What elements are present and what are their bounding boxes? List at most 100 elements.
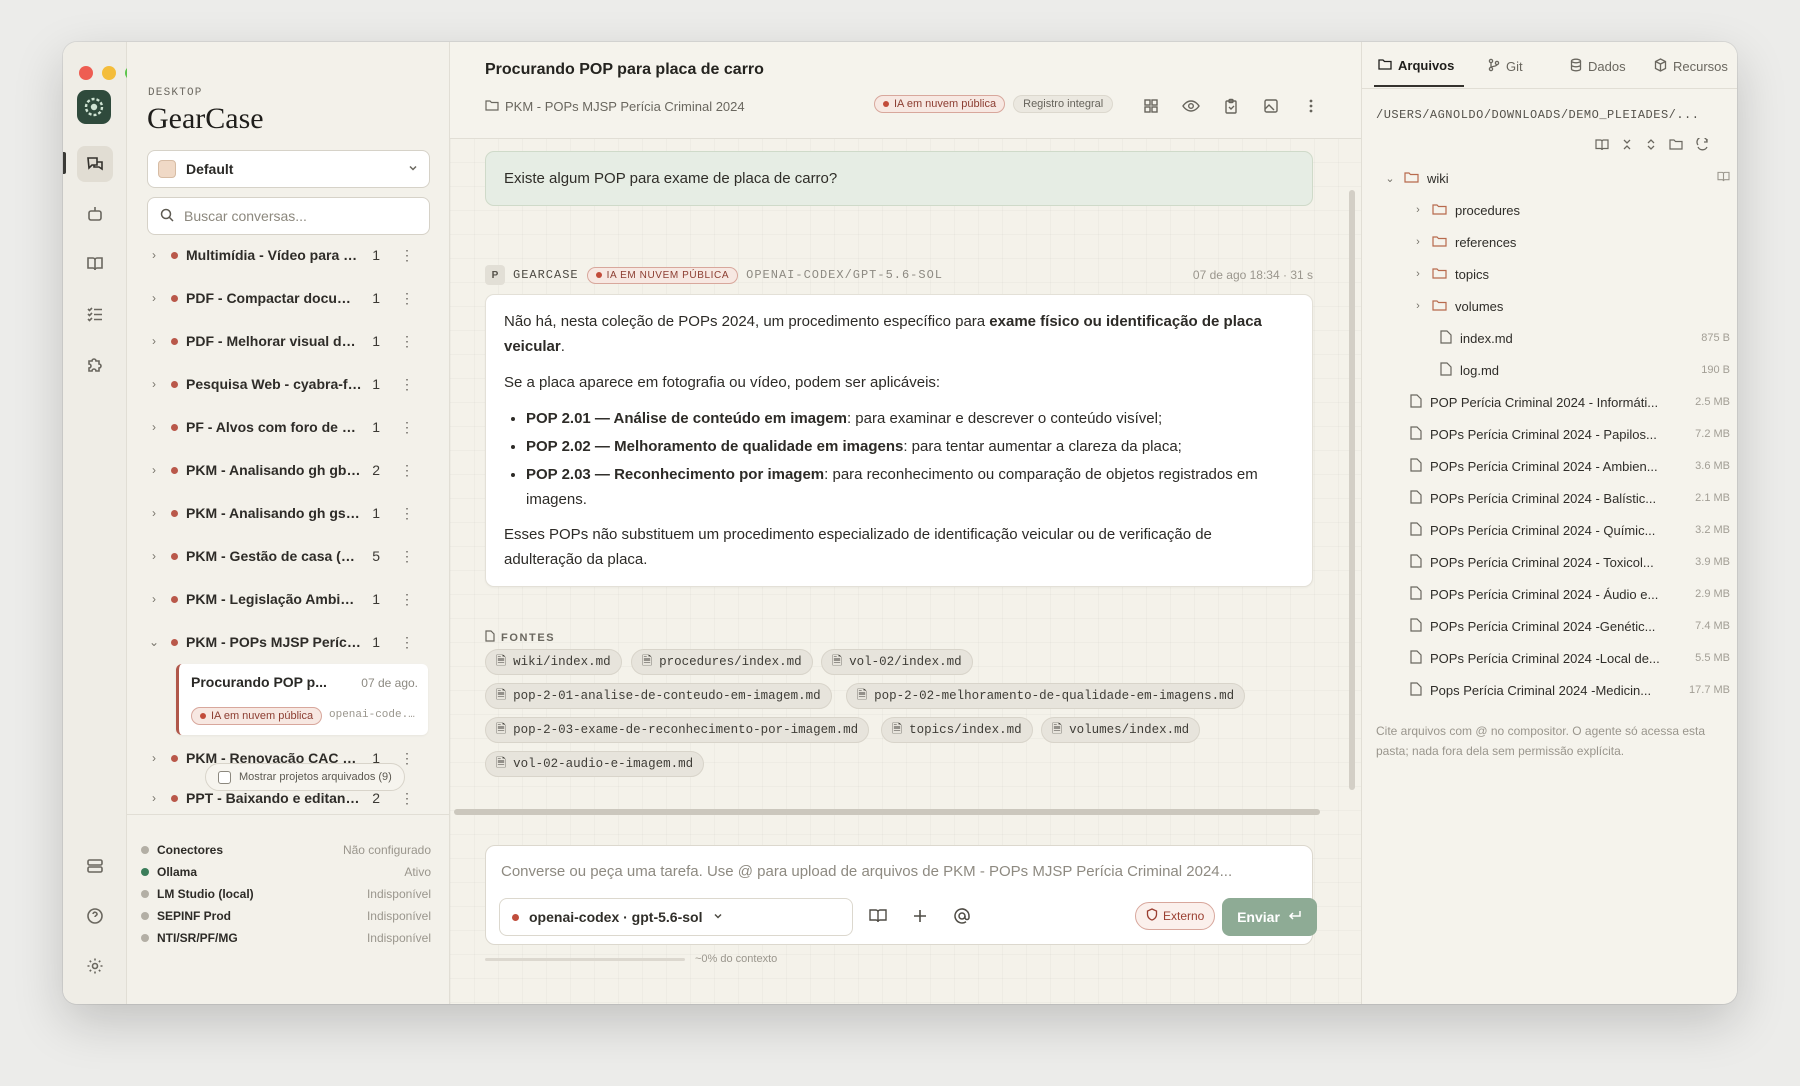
profile-select[interactable]: Default	[147, 150, 430, 188]
eye-icon[interactable]	[1181, 96, 1201, 116]
image-edit-icon[interactable]	[1261, 96, 1281, 116]
more-options-icon[interactable]: ⋮	[400, 419, 414, 436]
minimize-window-button[interactable]	[102, 66, 116, 80]
show-archived-toggle[interactable]: Mostrar projetos arquivados (9)	[205, 763, 405, 791]
tab-resources[interactable]: Recursos	[1654, 58, 1728, 75]
close-window-button[interactable]	[79, 66, 93, 80]
conversation-item[interactable]: › Multimídia - Vídeo para á... 1 ⋮	[147, 236, 430, 275]
tab-data[interactable]: Dados	[1570, 58, 1626, 75]
conversation-item[interactable]: › PKM - Analisando gh gbra... 2 ⋮	[147, 450, 430, 490]
chevron-right-icon[interactable]: ›	[147, 248, 161, 262]
chevron-right-icon[interactable]: ›	[147, 751, 161, 765]
refresh-icon[interactable]	[1696, 136, 1709, 154]
chevron-right-icon[interactable]: ›	[147, 506, 161, 520]
tree-file[interactable]: POPs Perícia Criminal 2024 - Toxicol... 3…	[1410, 546, 1730, 578]
more-options-icon[interactable]: ⋮	[400, 376, 414, 393]
tab-files[interactable]: Arquivos	[1373, 58, 1465, 87]
tree-file[interactable]: Pops Perícia Criminal 2024 -Medicin... 17…	[1410, 674, 1730, 706]
chevron-right-icon[interactable]: ›	[147, 377, 161, 391]
checklist-icon[interactable]	[77, 296, 113, 332]
connector-row[interactable]: NTI/SR/PF/MG Indisponível	[141, 931, 431, 945]
chevron-right-icon[interactable]: ›	[147, 592, 161, 606]
tab-git[interactable]: Git	[1488, 58, 1523, 75]
expand-all-icon[interactable]	[1645, 138, 1657, 154]
source-chip[interactable]: 🗎 volumes/index.md	[1041, 717, 1201, 743]
clipboard-icon[interactable]	[1221, 96, 1241, 116]
more-options-icon[interactable]: ⋮	[400, 247, 414, 264]
more-options-icon[interactable]: ⋮	[400, 548, 414, 565]
conversation-item[interactable]: › PKM - Legislação Ambien... 1 ⋮	[147, 579, 430, 619]
chat-icon[interactable]	[77, 146, 113, 182]
chevron-down-icon[interactable]: ⌄	[147, 635, 161, 649]
tree-file[interactable]: POPs Perícia Criminal 2024 - Papilos... 7…	[1410, 418, 1730, 450]
conversation-item[interactable]: › PKM - Gestão de casa (Cl... 5 ⋮	[147, 536, 430, 576]
tree-folder[interactable]: › procedures	[1412, 194, 1730, 226]
connector-row[interactable]: LM Studio (local) Indisponível	[141, 887, 431, 901]
puzzle-icon[interactable]	[77, 346, 113, 382]
tree-file[interactable]: POPs Perícia Criminal 2024 -Local de... 5…	[1410, 642, 1730, 674]
chevron-right-icon[interactable]: ›	[147, 291, 161, 305]
bot-icon[interactable]	[77, 196, 113, 232]
more-options-icon[interactable]: ⋮	[400, 634, 414, 651]
chat-scrollbar[interactable]	[1349, 190, 1355, 790]
send-button[interactable]: Enviar	[1222, 898, 1317, 936]
conversation-item[interactable]: › PF - Alvos com foro de pr... 1 ⋮	[147, 407, 430, 447]
conversation-item[interactable]: › PDF - Compactar docume... 1 ⋮	[147, 278, 430, 318]
connector-row[interactable]: Conectores Não configurado	[141, 843, 431, 857]
chevron-right-icon[interactable]: ›	[147, 463, 161, 477]
chevron-right-icon[interactable]: ›	[147, 549, 161, 563]
conversation-item[interactable]: › PKM - Analisando gh gsta... 1 ⋮	[147, 493, 430, 533]
composer[interactable]: Converse ou peça uma tarefa. Use @ para …	[485, 845, 1317, 945]
tree-file[interactable]: POPs Perícia Criminal 2024 - Químic... 3.…	[1410, 514, 1730, 546]
conversation-item[interactable]: › Pesquisa Web - cyabra-fa... 1 ⋮	[147, 364, 430, 404]
source-chip[interactable]: 🗎 topics/index.md	[881, 717, 1033, 743]
tree-folder[interactable]: › references	[1412, 226, 1730, 258]
project-breadcrumb[interactable]: PKM - POPs MJSP Perícia Criminal 2024	[485, 99, 745, 114]
book-icon[interactable]	[868, 906, 888, 926]
connector-row[interactable]: Ollama Ativo	[141, 865, 431, 879]
tree-file[interactable]: POP Perícia Criminal 2024 - Informáti...…	[1410, 386, 1730, 418]
chevron-right-icon[interactable]: ›	[147, 791, 161, 805]
source-chip[interactable]: 🗎 pop-2-03-exame-de-reconhecimento-por-im…	[485, 717, 870, 743]
tree-folder[interactable]: › volumes	[1412, 290, 1730, 322]
archived-checkbox[interactable]	[218, 770, 231, 784]
more-options-icon[interactable]: ⋮	[400, 591, 414, 608]
tree-file[interactable]: POPs Perícia Criminal 2024 -Genétic... 7.…	[1410, 610, 1730, 642]
conversation-item-expanded[interactable]: ⌄ PKM - POPs MJSP Perícia... 1 ⋮	[147, 622, 430, 662]
more-options-icon[interactable]: ⋮	[400, 333, 414, 350]
search-conversations-input[interactable]: Buscar conversas...	[147, 197, 430, 235]
collapse-all-icon[interactable]	[1621, 138, 1633, 154]
composer-input[interactable]: Converse ou peça uma tarefa. Use @ para …	[501, 863, 1232, 880]
tree-file[interactable]: POPs Perícia Criminal 2024 - Balístic...…	[1410, 482, 1730, 514]
chevron-right-icon[interactable]: ›	[147, 334, 161, 348]
active-chat-item[interactable]: Procurando POP p... 07 de ago. IA em nuv…	[176, 664, 428, 735]
more-options-icon[interactable]: ⋮	[400, 790, 414, 807]
tree-file[interactable]: POPs Perícia Criminal 2024 - Ambien... 3.…	[1410, 450, 1730, 482]
tree-folder[interactable]: ⌄ wiki	[1384, 162, 1730, 194]
settings-gear-icon[interactable]	[77, 948, 113, 984]
chevron-right-icon[interactable]: ›	[147, 420, 161, 434]
more-options-icon[interactable]	[1301, 96, 1321, 116]
more-options-icon[interactable]: ⋮	[400, 505, 414, 522]
source-chip[interactable]: 🗎 procedures/index.md	[631, 649, 813, 675]
more-options-icon[interactable]: ⋮	[400, 462, 414, 479]
plus-icon[interactable]	[910, 906, 930, 926]
tree-file[interactable]: POPs Perícia Criminal 2024 - Áudio e... 2…	[1410, 578, 1730, 610]
more-options-icon[interactable]: ⋮	[400, 750, 414, 767]
grid-view-icon[interactable]	[1141, 96, 1161, 116]
horizontal-scrollbar[interactable]	[454, 809, 1320, 815]
source-chip[interactable]: 🗎 vol-02/index.md	[821, 649, 973, 675]
more-options-icon[interactable]: ⋮	[400, 290, 414, 307]
source-chip[interactable]: 🗎 wiki/index.md	[485, 649, 622, 675]
tree-folder[interactable]: › topics	[1412, 258, 1730, 290]
source-chip[interactable]: 🗎 pop-2-02-melhoramento-de-qualidade-em-i…	[846, 683, 1246, 709]
open-folder-icon[interactable]	[1669, 138, 1684, 154]
server-icon[interactable]	[77, 848, 113, 884]
tree-file[interactable]: log.md 190 B	[1440, 354, 1730, 386]
connector-row[interactable]: SEPINF Prod Indisponível	[141, 909, 431, 923]
book-icon[interactable]	[77, 246, 113, 282]
book-icon[interactable]	[1595, 138, 1609, 154]
model-select[interactable]: openai-codex · gpt-5.6-sol	[499, 898, 853, 936]
source-chip[interactable]: 🗎 vol-02-audio-e-imagem.md	[485, 751, 705, 777]
source-chip[interactable]: 🗎 pop-2-01-analise-de-conteudo-em-imagem.…	[485, 683, 832, 709]
